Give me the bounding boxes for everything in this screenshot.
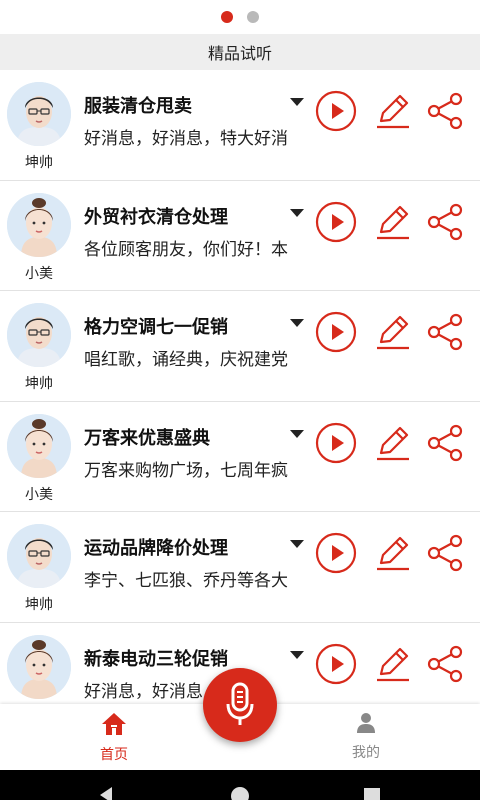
- list-item[interactable]: 坤帅 运动品牌降价处理 李宁、七匹狼、乔丹等各大: [0, 512, 480, 623]
- share-icon: [427, 313, 463, 351]
- avatar: [7, 634, 71, 699]
- edit-button[interactable]: [371, 200, 415, 244]
- edit-button[interactable]: [371, 421, 415, 465]
- play-button[interactable]: [314, 200, 358, 244]
- system-nav-bar: [0, 770, 480, 800]
- list-item[interactable]: 坤帅 服装清仓甩卖 好消息，好消息，特大好消: [0, 70, 480, 181]
- play-button[interactable]: [314, 531, 358, 575]
- edit-button[interactable]: [371, 89, 415, 133]
- share-button[interactable]: [423, 310, 467, 354]
- edit-button[interactable]: [371, 642, 415, 686]
- speaker-name: 小美: [25, 265, 53, 282]
- play-circle-icon: [315, 90, 357, 132]
- share-button[interactable]: [423, 531, 467, 575]
- share-button[interactable]: [423, 89, 467, 133]
- play-button[interactable]: [314, 89, 358, 133]
- pencil-icon: [377, 647, 409, 681]
- speaker-name: 小美: [25, 486, 53, 503]
- dropdown-caret-icon[interactable]: [290, 650, 304, 659]
- female-avatar: [7, 413, 71, 478]
- share-button[interactable]: [423, 200, 467, 244]
- item-preview: 唱红歌，诵经典，庆祝建党: [84, 350, 288, 370]
- dropdown-caret-icon[interactable]: [290, 429, 304, 438]
- list-item[interactable]: 小美 万客来优惠盛典 万客来购物广场，七周年疯: [0, 401, 480, 512]
- avatar: [7, 192, 71, 257]
- speaker-name: 坤帅: [25, 376, 53, 392]
- page-dot-1[interactable]: [221, 11, 233, 23]
- speaker-name: 坤帅: [25, 155, 53, 171]
- play-button[interactable]: [314, 310, 358, 354]
- avatar: [7, 82, 71, 146]
- item-preview: 李宁、七匹狼、乔丹等各大: [84, 571, 288, 591]
- female-avatar: [7, 192, 71, 257]
- play-circle-icon: [315, 422, 357, 463]
- male-avatar: [7, 82, 71, 146]
- item-title[interactable]: 运动品牌降价处理: [84, 534, 228, 560]
- male-avatar: [7, 303, 71, 367]
- microphone-icon: [226, 682, 254, 725]
- pencil-icon: [377, 94, 409, 129]
- recent-apps-icon[interactable]: [364, 788, 380, 800]
- avatar: [7, 524, 71, 588]
- play-button[interactable]: [314, 642, 358, 686]
- person-icon: [357, 713, 375, 733]
- dropdown-caret-icon[interactable]: [290, 208, 304, 217]
- nav-home-label: 首页: [100, 747, 128, 763]
- play-circle-icon: [315, 532, 357, 574]
- item-title[interactable]: 新泰电动三轮促销: [84, 645, 228, 671]
- share-button[interactable]: [423, 642, 467, 686]
- edit-button[interactable]: [371, 310, 415, 354]
- item-preview: 好消息，好消息，特大好消: [84, 129, 288, 149]
- item-title[interactable]: 服装清仓甩卖: [84, 92, 192, 118]
- section-title: 精品试听: [0, 34, 480, 70]
- share-icon: [427, 203, 463, 240]
- pencil-icon: [377, 315, 409, 350]
- pencil-icon: [377, 536, 409, 571]
- home-icon: [102, 713, 126, 735]
- nav-home[interactable]: 首页: [54, 712, 174, 770]
- play-circle-icon: [315, 201, 357, 242]
- play-button[interactable]: [314, 421, 358, 465]
- dropdown-caret-icon[interactable]: [290, 319, 304, 327]
- app-screen: 精品试听 坤帅 服装清仓甩卖 好消息，好消息，特大好消 小美 外贸衬衣清仓处理 …: [0, 0, 480, 800]
- page-dot-2[interactable]: [247, 11, 259, 23]
- nav-mine[interactable]: 我的: [306, 712, 426, 770]
- avatar: [7, 303, 71, 367]
- share-icon: [427, 645, 463, 682]
- share-button[interactable]: [423, 421, 467, 465]
- home-circle-icon[interactable]: [231, 787, 249, 800]
- edit-button[interactable]: [371, 531, 415, 575]
- male-avatar: [7, 524, 71, 588]
- item-title[interactable]: 万客来优惠盛典: [84, 424, 210, 450]
- item-preview: 万客来购物广场，七周年疯: [84, 460, 288, 481]
- share-icon: [427, 92, 463, 130]
- play-circle-icon: [315, 311, 357, 353]
- audio-list[interactable]: 坤帅 服装清仓甩卖 好消息，好消息，特大好消 小美 外贸衬衣清仓处理 各位顾客朋…: [0, 70, 480, 704]
- item-title[interactable]: 格力空调七一促销: [84, 313, 228, 339]
- share-icon: [427, 424, 463, 461]
- item-preview: 各位顾客朋友，你们好！本: [84, 239, 288, 260]
- avatar: [7, 413, 71, 478]
- nav-mine-label: 我的: [352, 745, 380, 761]
- page-indicator: [0, 0, 480, 34]
- speaker-name: 坤帅: [25, 597, 53, 613]
- list-item[interactable]: 小美 外贸衬衣清仓处理 各位顾客朋友，你们好！本: [0, 180, 480, 291]
- dropdown-caret-icon[interactable]: [290, 98, 304, 106]
- back-icon[interactable]: [100, 787, 112, 800]
- pencil-icon: [377, 205, 409, 239]
- female-avatar: [7, 634, 71, 699]
- dropdown-caret-icon[interactable]: [290, 540, 304, 548]
- play-circle-icon: [315, 643, 357, 684]
- share-icon: [427, 534, 463, 572]
- pencil-icon: [377, 426, 409, 460]
- item-preview: 好消息，好消息，新泰电: [84, 681, 271, 702]
- list-item[interactable]: 坤帅 格力空调七一促销 唱红歌，诵经典，庆祝建党: [0, 291, 480, 402]
- record-mic-button[interactable]: [203, 668, 277, 742]
- item-title[interactable]: 外贸衬衣清仓处理: [84, 203, 228, 229]
